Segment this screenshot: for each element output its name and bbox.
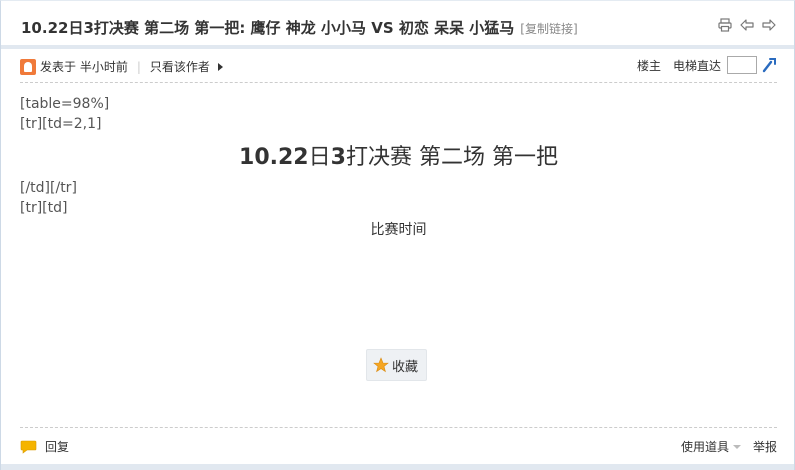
reply-label: 回复 [45,440,70,454]
bottom-strip [1,464,794,470]
post-footer: 回复 使用道具 举报 [20,438,777,456]
chevron-down-icon [732,444,741,449]
heading-date: 10.22 [239,145,309,170]
author-info: 发表于 半小时前 | 只看该作者 [20,58,223,75]
match-time-label: 比赛时间 [370,222,427,238]
floor-owner-label: 楼主 [636,58,661,73]
elevator-label: 电梯直达 [672,58,721,73]
thread-title: 10.22日3打决赛 第二场 第一把: 鹰仔 神龙 小小马 VS 初恋 呆呆 小… [21,17,578,38]
raw-markup-line: [tr][td=2,1] [20,116,102,132]
post-heading: 10.22日3打决赛 第二场 第一把 [20,144,777,172]
prev-thread-icon[interactable] [740,18,754,32]
divider: | [136,59,141,74]
copy-link[interactable]: [复制链接] [520,22,577,36]
only-author-link[interactable]: 只看该作者 [150,58,210,75]
floor-input[interactable] [727,56,757,74]
favorite-button[interactable]: 收藏 [366,349,428,381]
print-icon[interactable] [718,18,732,32]
author-icon [20,58,36,75]
reply-action[interactable]: 回复 [20,438,69,455]
favorite-label: 收藏 [392,359,419,375]
heading-rest: 打决赛 第二场 第一把 [345,145,558,170]
title-bar: 10.22日3打决赛 第二场 第一把: 鹰仔 神龙 小小马 VS 初恋 呆呆 小… [1,1,794,49]
author-bar: 发表于 半小时前 | 只看该作者 楼主 电梯直达 [20,56,777,83]
floor-nav: 楼主 电梯直达 [637,56,777,74]
star-icon [373,357,389,373]
next-thread-icon[interactable] [762,18,776,32]
raw-markup-line: [/td][/tr] [20,180,77,196]
thread-title-text: 10.22日3打决赛 第二场 第一把: 鹰仔 神龙 小小马 VS 初恋 呆呆 小… [21,19,515,37]
footer-divider [20,427,777,428]
reply-icon [20,440,37,454]
report-link[interactable]: 举报 [753,438,777,455]
post-time: 发表于 半小时前 [40,60,128,74]
go-icon[interactable] [761,57,777,73]
caret-right-icon [217,62,223,71]
heading-day: 日 [308,145,331,170]
heading-num: 3 [330,145,346,170]
title-tools [718,18,776,32]
use-tools-link[interactable]: 使用道具 [681,438,729,455]
raw-markup-line: [table=98%] [20,96,110,112]
footer-tools: 使用道具 举报 [681,438,777,455]
post-content: [table=98%] [tr][td=2,1] 10.22日3打决赛 第二场 … [20,94,777,240]
raw-markup-line: [tr][td] [20,200,68,216]
